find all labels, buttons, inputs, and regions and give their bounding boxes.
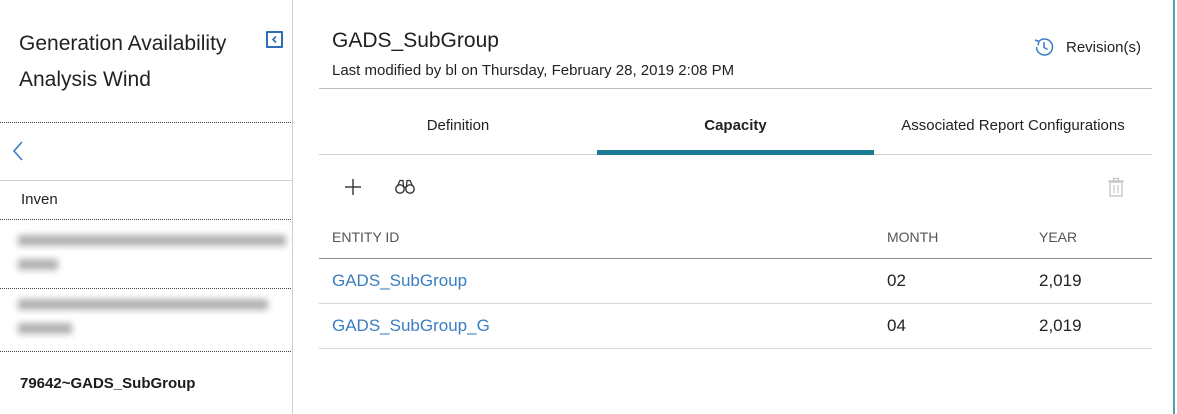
entity-id-link[interactable]: GADS_SubGroup_G [332,316,490,336]
column-header-entity-id[interactable]: ENTITY ID [332,229,399,245]
add-button[interactable] [340,174,366,200]
column-header-month[interactable]: MONTH [887,229,938,245]
trash-icon [1108,177,1124,197]
history-icon [1034,38,1054,56]
sidebar-title-line1: Generation Availability [19,32,227,55]
binoculars-icon [395,179,415,194]
collapse-sidebar-button[interactable] [266,31,283,48]
plus-icon [345,179,361,195]
page-title: GADS_SubGroup [332,29,499,52]
list-item[interactable] [14,228,288,272]
sidebar-title-line2: Analysis Wind [19,68,151,91]
divider [0,288,293,289]
search-button[interactable] [392,174,418,200]
revisions-label: Revision(s) [1066,38,1142,56]
tab-definition[interactable]: Definition [319,98,597,152]
sidebar: Generation Availability Analysis Wind In… [0,0,293,414]
grid-header-row: ENTITY ID MONTH YEAR [319,218,1152,259]
month-cell: 02 [887,271,906,290]
tab-capacity[interactable]: Capacity [597,98,874,152]
delete-button[interactable] [1103,174,1129,200]
column-header-year[interactable]: YEAR [1039,229,1077,245]
year-cell: 2,019 [1039,271,1082,290]
active-tab-indicator [597,150,874,155]
last-modified-text: Last modified by bl on Thursday, Februar… [332,62,735,79]
list-item-selected[interactable]: 79642~GADS_SubGroup [20,375,195,392]
chevron-left-icon [271,35,277,44]
divider [0,180,293,181]
header-divider [319,88,1152,89]
list-item[interactable] [14,292,288,336]
tab-bar: Definition Capacity Associated Report Co… [319,98,1152,155]
table-row[interactable]: GADS_SubGroup 02 2,019 [319,259,1152,304]
capacity-grid: ENTITY ID MONTH YEAR GADS_SubGroup 02 2,… [319,218,1152,349]
divider [0,351,293,352]
chevron-left-icon [12,141,23,161]
month-cell: 04 [887,316,906,335]
list-header: Inven [21,191,58,208]
entity-id-link[interactable]: GADS_SubGroup [332,271,467,291]
table-row[interactable]: GADS_SubGroup_G 04 2,019 [319,304,1152,349]
divider [0,219,293,220]
sidebar-title: Generation Availability Analysis Wind [19,26,254,98]
revisions-button[interactable]: Revision(s) [1032,35,1141,59]
grid-toolbar [319,170,1152,204]
tab-associated-report-configurations[interactable]: Associated Report Configurations [874,98,1152,152]
year-cell: 2,019 [1039,316,1082,335]
divider [0,122,293,123]
back-button[interactable] [8,138,28,164]
pane-divider [292,0,293,414]
panel-edge [1173,0,1175,414]
